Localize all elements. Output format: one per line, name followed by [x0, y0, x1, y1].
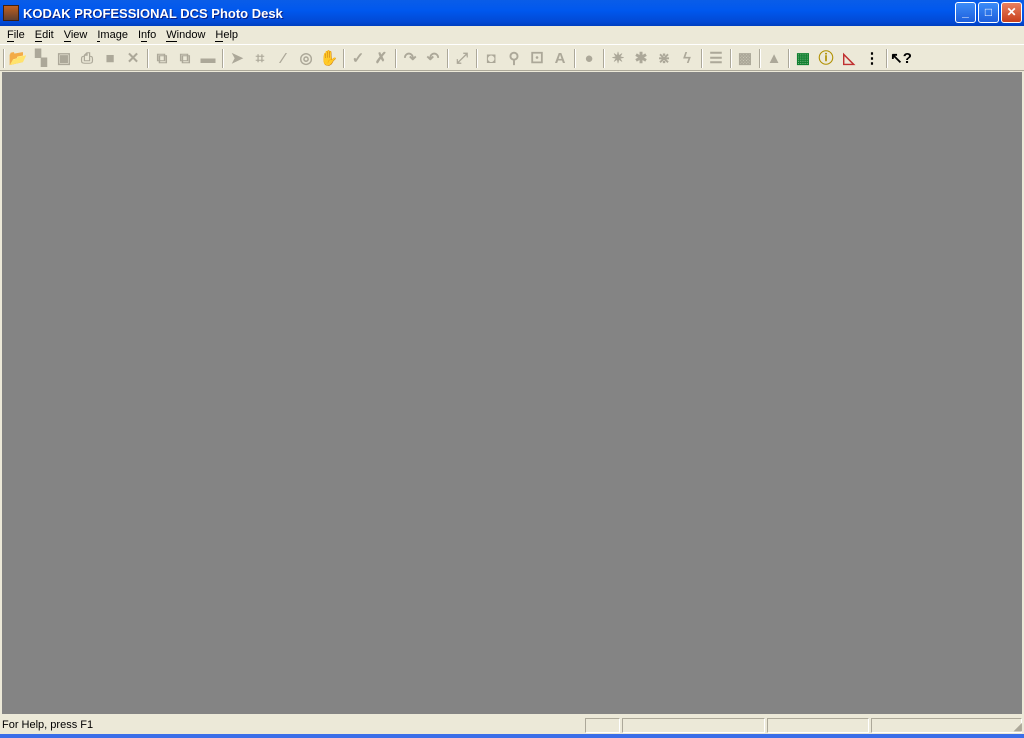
toolbar-separator — [222, 49, 224, 68]
menu-accelerator-underline — [166, 40, 177, 42]
acquire-icon[interactable]: ■ — [99, 48, 121, 69]
toolbar-separator — [343, 49, 345, 68]
sharpen-icon[interactable]: ✱ — [630, 48, 652, 69]
toolbar-separator — [603, 49, 605, 68]
toolbar-separator — [476, 49, 478, 68]
print-icon[interactable]: ⎙ — [76, 48, 98, 69]
status-text: For Help, press F1 — [2, 719, 94, 731]
context-help-icon[interactable]: ↖? — [890, 48, 912, 69]
minimize-button[interactable]: _ — [955, 2, 976, 23]
app-icon[interactable] — [3, 5, 19, 21]
flash-icon[interactable]: ϟ — [676, 48, 698, 69]
toolbar-separator — [574, 49, 576, 68]
contrast-icon[interactable]: ⋇ — [653, 48, 675, 69]
open-icon[interactable]: 📂 — [7, 48, 29, 69]
color-dropper-icon[interactable]: ⚲ — [503, 48, 525, 69]
target-icon[interactable]: ◎ — [295, 48, 317, 69]
hand-icon[interactable]: ✋ — [318, 48, 340, 69]
resize-grip[interactable]: ◢ — [1014, 720, 1022, 733]
toolbar: 📂 ▚ ▣ ⎙ ■ ✕ ⧉ ⧉ ▬ ➤ ⌗ ⁄ ◎ ✋ ✓ ✗ ↷ ↶ ⤢ ◘ ⚲ ⚀ A ● ✷ ✱ ⋇ ϟ ☰ ▩ ▲ ▦ ⓘ ◺ ⋮ ↖? — [0, 46, 1024, 71]
adjustments-icon[interactable]: ☰ — [705, 48, 727, 69]
menu-accelerator-underline — [63, 40, 71, 42]
circle-icon[interactable]: ● — [578, 48, 600, 69]
noise-icon[interactable]: ⚀ — [526, 48, 548, 69]
list-icon[interactable]: ⋮ — [861, 48, 883, 69]
toolbar-separator — [147, 49, 149, 68]
fit-window-icon[interactable]: ⤢ — [451, 48, 473, 69]
mdi-workspace — [2, 72, 1022, 714]
rotate-right-icon[interactable]: ↷ — [399, 48, 421, 69]
menu-accelerator-underline — [215, 40, 224, 42]
menu-label: Help — [215, 28, 239, 42]
histogram-icon[interactable]: ◺ — [838, 48, 860, 69]
triangle-icon[interactable]: ▲ — [763, 48, 785, 69]
menu-accelerator-underline — [140, 40, 148, 42]
status-pane — [767, 718, 869, 733]
image-select-icon[interactable]: ▦ — [792, 48, 814, 69]
menu-accelerator-underline — [7, 40, 14, 42]
toolbar-separator — [759, 49, 761, 68]
menu-edit[interactable]: Edit — [30, 28, 59, 43]
paste-icon[interactable]: ⧉ — [174, 48, 196, 69]
close-image-icon[interactable]: ✕ — [122, 48, 144, 69]
menu-label: File — [7, 28, 25, 42]
status-bar: For Help, press F1 ◢ — [0, 716, 1024, 734]
clipboard-icon[interactable]: ▬ — [197, 48, 219, 69]
menu-label: Edit — [34, 28, 54, 42]
mask-icon[interactable]: ◘ — [480, 48, 502, 69]
text-icon[interactable]: A — [549, 48, 571, 69]
status-pane — [585, 718, 620, 733]
menu-bar: File Edit View Image Info Window Help — [0, 26, 1024, 45]
menu-accelerator-underline — [34, 40, 43, 42]
brightness-icon[interactable]: ✷ — [607, 48, 629, 69]
image-info-icon[interactable]: ⓘ — [815, 48, 837, 69]
toolbar-grip — [3, 49, 5, 68]
crop-icon[interactable]: ⌗ — [249, 48, 271, 69]
save-icon[interactable]: ▣ — [53, 48, 75, 69]
check-icon[interactable]: ✓ — [347, 48, 369, 69]
window-title: KODAK PROFESSIONAL DCS Photo Desk — [23, 5, 283, 21]
menu-image[interactable]: Image — [92, 28, 133, 43]
menu-label: Image — [97, 28, 128, 42]
close-button[interactable]: ✕ — [1001, 2, 1022, 23]
maximize-button[interactable]: □ — [978, 2, 999, 23]
copy-icon[interactable]: ⧉ — [151, 48, 173, 69]
status-pane — [871, 718, 1022, 733]
eyedropper-icon[interactable]: ⁄ — [272, 48, 294, 69]
menu-label: Window — [166, 28, 206, 42]
menu-view[interactable]: View — [59, 28, 93, 43]
menu-window[interactable]: Window — [161, 28, 210, 43]
toolbar-separator — [788, 49, 790, 68]
title-bar: KODAK PROFESSIONAL DCS Photo Desk _ □ ✕ — [0, 0, 1024, 26]
menu-info[interactable]: Info — [133, 28, 161, 43]
select-icon[interactable]: ➤ — [226, 48, 248, 69]
texture-icon[interactable]: ▩ — [734, 48, 756, 69]
menu-file[interactable]: File — [2, 28, 30, 43]
open-multiple-icon[interactable]: ▚ — [30, 48, 52, 69]
rotate-left-icon[interactable]: ↶ — [422, 48, 444, 69]
menu-label: View — [63, 28, 88, 42]
uncheck-icon[interactable]: ✗ — [370, 48, 392, 69]
toolbar-separator — [886, 49, 888, 68]
menu-label: Info — [137, 28, 157, 42]
status-pane — [622, 718, 765, 733]
menu-help[interactable]: Help — [210, 28, 243, 43]
window-bottom-border — [0, 734, 1024, 738]
toolbar-separator — [701, 49, 703, 68]
menu-accelerator-underline — [97, 40, 101, 42]
toolbar-separator — [395, 49, 397, 68]
toolbar-separator — [730, 49, 732, 68]
toolbar-separator — [447, 49, 449, 68]
